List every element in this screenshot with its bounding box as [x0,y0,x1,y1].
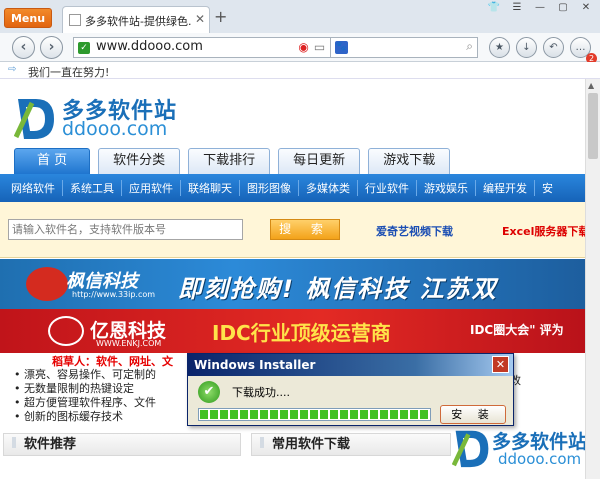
category-link[interactable]: 行业软件 [357,180,416,196]
dialog-title: Windows Installer [194,358,316,372]
back-arrow-icon[interactable]: ‹ [12,36,35,59]
download-progress-bar [198,408,431,421]
adblock-icon[interactable]: ◉ [298,40,308,54]
category-link[interactable]: 游戏娱乐 [416,180,475,196]
dialog-close-button[interactable]: ✕ [492,356,509,373]
enkj-logo-icon [48,316,84,346]
site-search-input[interactable]: 请输入软件名，支持软件版本号 [8,219,243,240]
tab-title: 多多软件站-提供绿色... [85,15,191,28]
site-search-button[interactable]: 搜 索 [270,219,340,240]
section-software-recommend: 软件推荐 [3,433,241,456]
promo-link[interactable]: 爱奇艺视频下载 [376,223,453,239]
tab-home[interactable]: 首 页 [14,148,91,174]
site-search-row: 请输入软件名，支持软件版本号 搜 索 爱奇艺视频下载 Excel服务器下载 [0,202,585,258]
new-tab-button[interactable]: + [214,9,227,25]
forward-arrow-icon[interactable]: › [40,36,63,59]
banner-url: WWW.ENKJ.COM [96,339,162,348]
address-bar[interactable]: ✓ www.ddooo.com ◉ ▭ ☆ ↻ [73,37,361,58]
skin-icon[interactable]: 👕 [484,2,504,13]
list-item: • 无数量限制的热键设定 [14,382,134,395]
fengxin-logo-icon [26,267,68,301]
banner-url: http://www.33ip.com [72,290,156,299]
tab-game-downloads[interactable]: 游戏下载 [368,148,451,174]
undo-icon[interactable]: ↶ [543,37,564,58]
page-icon [69,14,81,26]
watermark-domain: ddooo.com [498,450,582,468]
favorites-icon[interactable]: ★ [489,37,510,58]
section-title: 软件推荐 [24,437,77,452]
ad-banner-enkj[interactable]: 亿恩科技 WWW.ENKJ.COM IDC行业顶级运营商 IDC圈大会" 评为 [0,309,585,353]
minimize-button[interactable]: — [530,2,550,13]
browser-tab[interactable]: 多多软件站-提供绿色... ✕ [62,6,210,33]
feature-title[interactable]: 稻草人：软件、网址、文 [52,353,173,369]
banner-slogan: IDC行业顶级运营商 [212,321,391,345]
address-url[interactable]: www.ddooo.com [96,39,203,54]
section-marker-icon [12,437,16,448]
list-item: • 漂亮、容易操作、可定制的 [14,368,156,381]
banner-tagline: IDC圈大会" 评为 [470,323,564,337]
list-item: • 创新的图标缓存技术 [14,410,123,423]
category-bar: 网络软件 系统工具 应用软件 联络聊天 图形图像 多媒体类 行业软件 游戏娱乐 … [0,174,585,202]
install-button[interactable]: 安 装 [440,405,506,424]
close-tab-icon[interactable]: ✕ [195,12,205,26]
promo-link[interactable]: Excel服务器下载 [502,223,585,239]
category-link[interactable]: 联络聊天 [180,180,239,196]
info-text: 我们一直在努力! [28,66,110,79]
list-item: • 超方便管理软件程序、文件 [14,396,156,409]
dialog-titlebar[interactable]: Windows Installer ✕ [188,354,513,376]
tab-rankings[interactable]: 下载排行 [188,148,271,174]
baidu-icon[interactable]: 🐾 [335,41,348,54]
browser-tab-bar: Menu 多多软件站-提供绿色... ✕ + 👕 ☰ — ▢ ✕ [0,0,600,33]
magnifier-icon[interactable]: ⌕ [466,39,473,54]
ad-banner-fengxin[interactable]: 枫信科技 http://www.33ip.com 即刻抢购! 枫信科技 江苏双 [0,259,585,309]
watermark-logo-icon [452,430,489,468]
category-link[interactable]: 系统工具 [62,180,121,196]
installer-dialog: Windows Installer ✕ ✔ 下载成功.... 安 装 [187,353,514,426]
site-logo-domain[interactable]: ddooo.com [62,118,167,140]
info-arrow-icon: ⇨ [8,64,17,75]
settings-menu-icon[interactable]: ☰ [507,2,527,13]
info-bar: ⇨ 我们一直在努力! [0,62,600,79]
progress-fill [200,410,429,419]
navigation-bar: ‹ › ✓ www.ddooo.com ◉ ▭ ☆ ↻ 🐾 ⌕ ★ ↓ ↶ … … [0,33,600,64]
scroll-thumb[interactable] [588,93,598,159]
page-scrollbar[interactable]: ▲ [585,79,600,479]
category-link[interactable]: 安 [534,180,560,196]
category-link[interactable]: 应用软件 [121,180,180,196]
search-input[interactable]: 🐾 ⌕ [330,37,478,58]
banner-slogan: 即刻抢购! 枫信科技 江苏双 [178,275,498,303]
window-controls: 👕 ☰ — ▢ ✕ [484,2,596,13]
category-link[interactable]: 网络软件 [4,180,62,196]
scroll-up-icon[interactable]: ▲ [588,81,594,90]
tab-categories[interactable]: 软件分类 [98,148,181,174]
section-marker-icon [260,437,264,448]
download-icon[interactable]: ↓ [516,37,537,58]
feature-list: • 漂亮、容易操作、可定制的 • 无数量限制的热键设定 • 超方便管理软件程序、… [14,368,156,424]
security-check-icon: ✓ [78,42,90,54]
site-logo-icon[interactable] [14,93,58,143]
category-link[interactable]: 多媒体类 [298,180,357,196]
close-window-button[interactable]: ✕ [576,2,596,13]
category-link[interactable]: 图形图像 [239,180,298,196]
menu-button[interactable]: Menu [4,8,52,28]
maximize-button[interactable]: ▢ [553,2,573,13]
section-common-downloads: 常用软件下载 [251,433,451,456]
category-link[interactable]: 编程开发 [475,180,534,196]
screen-icon[interactable]: ▭ [314,40,325,54]
success-check-icon: ✔ [198,381,220,403]
section-title: 常用软件下载 [272,437,351,452]
dialog-message: 下载成功.... [232,386,290,399]
main-nav-tabs: 首 页 软件分类 下载排行 每日更新 游戏下载 [14,148,451,174]
tab-daily-updates[interactable]: 每日更新 [278,148,361,174]
